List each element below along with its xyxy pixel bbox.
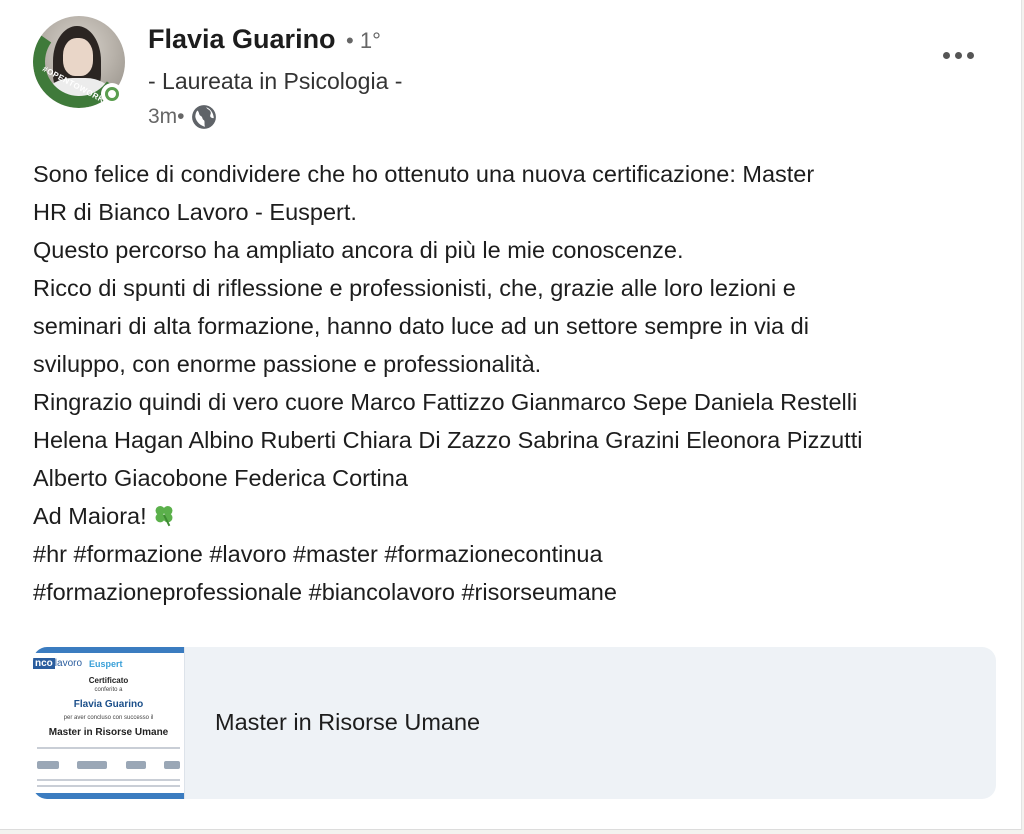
online-status-icon	[101, 83, 123, 105]
post-line: Questo percorso ha ampliato ancora di pi…	[33, 237, 684, 263]
post-time[interactable]: 3m•	[148, 105, 185, 129]
post-line: HR di Bianco Lavoro - Euspert.	[33, 199, 357, 225]
post-line: Sono felice di condividere che ho ottenu…	[33, 161, 815, 187]
globe-icon	[191, 105, 216, 129]
post-hashtags[interactable]: #hr #formazione #lavoro #master #formazi…	[33, 535, 1008, 573]
partner-logos	[37, 761, 180, 771]
post-line: Ad Maiora!	[33, 497, 1008, 535]
post-line: Alberto Giacobone Federica Cortina	[33, 465, 408, 491]
more-horizontal-icon	[942, 51, 950, 59]
post-line: sviluppo, con enorme passione e professi…	[33, 351, 542, 377]
post-line: seminari di alta formazione, hanno dato …	[33, 313, 809, 339]
author-line: Flavia Guarino • 1°	[148, 24, 381, 55]
document-attachment[interactable]: nco lavoro Euspert Certificato conferito …	[33, 647, 996, 799]
euspert-logo: Euspert	[89, 659, 123, 669]
more-options-button[interactable]	[934, 38, 982, 72]
post-line: Ricco di spunti di riflessione e profess…	[33, 275, 796, 301]
post-line: Ringrazio quindi di vero cuore Marco Fat…	[33, 389, 858, 415]
certificate-thumbnail: nco lavoro Euspert Certificato conferito …	[33, 647, 185, 799]
post-body: Sono felice di condividere che ho ottenu…	[33, 155, 1008, 611]
connection-degree: • 1°	[346, 28, 381, 53]
four-leaf-clover-icon	[155, 506, 173, 527]
post-card: #OPENTOWORK Flavia Guarino • 1° - Laurea…	[0, 0, 1022, 830]
post-line: Helena Hagan Albino Ruberti Chiara Di Za…	[33, 427, 863, 453]
attachment-title[interactable]: Master in Risorse Umane	[215, 709, 480, 736]
bianco-lavoro-logo: nco lavoro	[33, 658, 83, 669]
author-name[interactable]: Flavia Guarino	[148, 24, 336, 54]
post-hashtags[interactable]: #formazioneprofessionale #biancolavoro #…	[33, 573, 1008, 611]
post-meta: 3m•	[148, 104, 217, 130]
author-headline: - Laureata in Psicologia -	[148, 68, 403, 94]
